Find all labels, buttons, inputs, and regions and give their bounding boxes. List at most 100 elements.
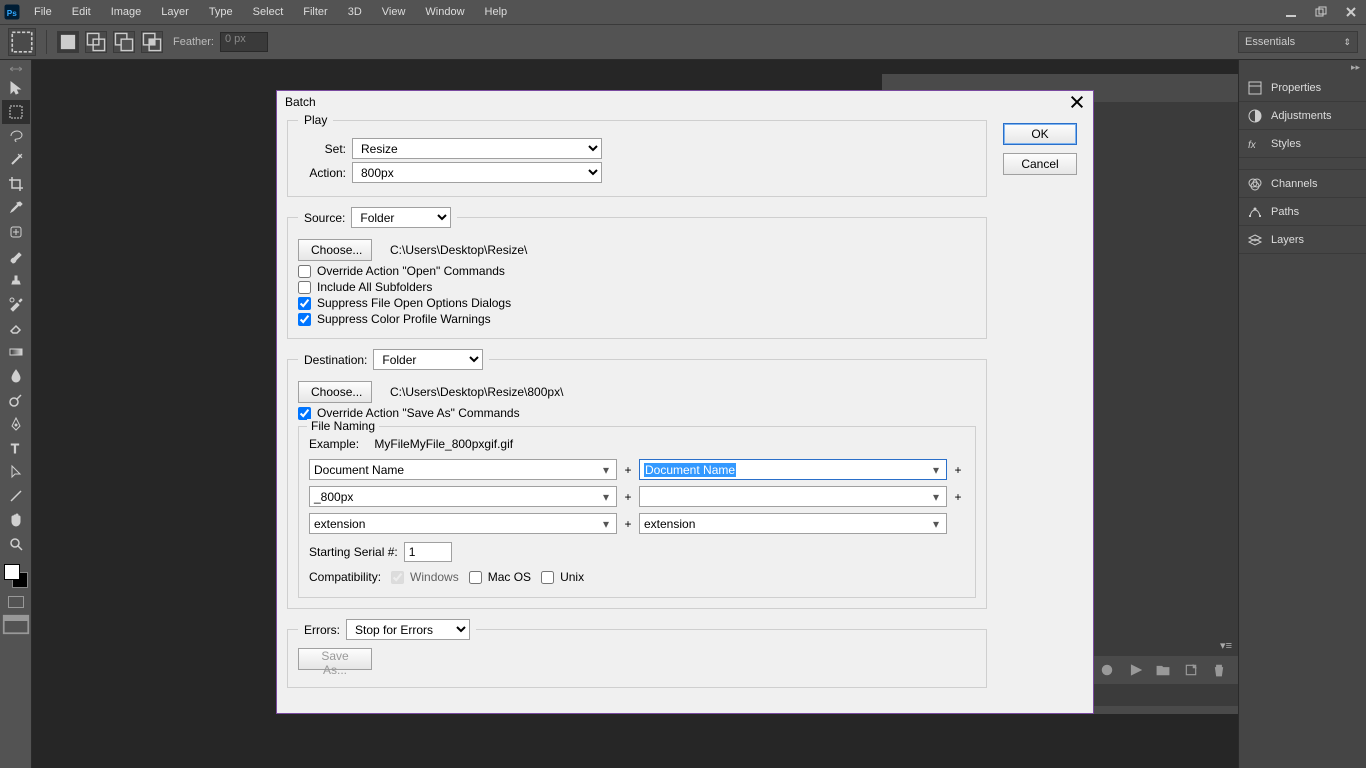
workspace-switcher[interactable]: Essentials ⇕ (1238, 31, 1358, 53)
marquee-intersect-button[interactable] (141, 31, 163, 53)
include-subfolders-check[interactable]: Include All Subfolders (298, 280, 976, 294)
naming-slot-5[interactable]: extension▾ (309, 513, 617, 534)
destination-select[interactable]: Folder (373, 349, 483, 370)
zoom-tool[interactable] (2, 532, 30, 556)
line-tool[interactable] (2, 484, 30, 508)
panel-menu-icon[interactable]: ▾≡ (1214, 639, 1238, 652)
path-selection-tool[interactable] (2, 460, 30, 484)
move-tool[interactable] (2, 76, 30, 100)
check-label: Override Action "Open" Commands (317, 264, 505, 278)
panel-label: Adjustments (1271, 110, 1332, 122)
lasso-tool[interactable] (2, 124, 30, 148)
menu-window[interactable]: Window (415, 0, 474, 24)
naming-slot-6[interactable]: extension▾ (639, 513, 947, 534)
active-tool-thumb[interactable] (8, 28, 36, 56)
clone-stamp-tool[interactable] (2, 268, 30, 292)
source-group: Source: Folder Choose... C:\Users\Deskto… (287, 207, 987, 339)
override-open-check[interactable]: Override Action "Open" Commands (298, 264, 976, 278)
panel-properties[interactable]: Properties (1239, 74, 1366, 102)
plus-icon: + (623, 490, 633, 504)
blur-tool[interactable] (2, 364, 30, 388)
gradient-tool[interactable] (2, 340, 30, 364)
panel-layers[interactable]: Layers (1239, 226, 1366, 254)
healing-brush-tool[interactable] (2, 220, 30, 244)
restore-button[interactable] (1306, 0, 1336, 24)
panel-label: Layers (1271, 234, 1304, 246)
minimize-button[interactable] (1276, 0, 1306, 24)
panel-paths[interactable]: Paths (1239, 198, 1366, 226)
marquee-subtract-button[interactable] (113, 31, 135, 53)
compat-windows-check: Windows (391, 570, 459, 584)
window-controls (1276, 0, 1366, 24)
destination-choose-button[interactable]: Choose... (298, 381, 372, 403)
source-choose-button[interactable]: Choose... (298, 239, 372, 261)
panel-label: Styles (1271, 138, 1301, 150)
menu-select[interactable]: Select (243, 0, 294, 24)
dialog-close-button[interactable] (1069, 94, 1085, 110)
compat-unix-check[interactable]: Unix (541, 570, 584, 584)
dialog-titlebar[interactable]: Batch (277, 91, 1093, 113)
chevron-down-icon: ▾ (929, 463, 943, 477)
foreground-swatch[interactable] (4, 564, 20, 580)
record-icon[interactable] (1100, 663, 1114, 677)
quick-mask-toggle[interactable] (2, 592, 30, 612)
panel-label: Properties (1271, 82, 1321, 94)
eraser-tool[interactable] (2, 316, 30, 340)
panels-collapse-grip[interactable]: ▸▸ (1239, 60, 1366, 74)
menu-file[interactable]: File (24, 0, 62, 24)
close-button[interactable] (1336, 0, 1366, 24)
action-label: Action: (298, 166, 346, 180)
menu-3d[interactable]: 3D (338, 0, 372, 24)
naming-slot-2[interactable]: Document Name▾ (639, 459, 947, 480)
suppress-open-dialogs-check[interactable]: Suppress File Open Options Dialogs (298, 296, 976, 310)
folder-icon[interactable] (1156, 663, 1170, 677)
source-select[interactable]: Folder (351, 207, 451, 228)
naming-slot-4[interactable]: ▾ (639, 486, 947, 507)
history-brush-tool[interactable] (2, 292, 30, 316)
right-icon-panels: ▸▸ Properties Adjustments fx Styles Chan… (1238, 60, 1366, 768)
color-swatches[interactable] (2, 562, 30, 590)
eyedropper-tool[interactable] (2, 196, 30, 220)
play-icon[interactable] (1128, 663, 1142, 677)
suppress-color-warnings-check[interactable]: Suppress Color Profile Warnings (298, 312, 976, 326)
toolbox-collapse-grip[interactable] (2, 64, 30, 74)
starting-serial-input[interactable] (404, 542, 452, 562)
batch-dialog: Batch OK Cancel Play Set: Resize Action (276, 90, 1094, 714)
menu-help[interactable]: Help (475, 0, 518, 24)
panel-channels[interactable]: Channels (1239, 170, 1366, 198)
plus-icon: + (953, 490, 963, 504)
action-select[interactable]: 800px (352, 162, 602, 183)
type-tool[interactable]: T (2, 436, 30, 460)
menu-edit[interactable]: Edit (62, 0, 101, 24)
workspace: T Brush ▾≡ (0, 60, 1366, 768)
hand-tool[interactable] (2, 508, 30, 532)
trash-icon[interactable] (1212, 663, 1226, 677)
set-select[interactable]: Resize (352, 138, 602, 159)
errors-select[interactable]: Stop for Errors (346, 619, 470, 640)
menu-view[interactable]: View (372, 0, 416, 24)
crop-tool[interactable] (2, 172, 30, 196)
menu-type[interactable]: Type (199, 0, 243, 24)
menu-image[interactable]: Image (101, 0, 152, 24)
pen-tool[interactable] (2, 412, 30, 436)
menubar: File Edit Image Layer Type Select Filter… (24, 0, 517, 24)
new-icon[interactable] (1184, 663, 1198, 677)
screen-mode-toggle[interactable] (2, 614, 30, 634)
magic-wand-tool[interactable] (2, 148, 30, 172)
rectangular-marquee-tool[interactable] (2, 100, 30, 124)
brush-tool[interactable] (2, 244, 30, 268)
panel-styles[interactable]: fx Styles (1239, 130, 1366, 158)
chevron-down-icon: ▾ (929, 490, 943, 504)
compat-mac-check[interactable]: Mac OS (469, 570, 531, 584)
marquee-add-button[interactable] (85, 31, 107, 53)
naming-slot-1[interactable]: Document Name▾ (309, 459, 617, 480)
menu-layer[interactable]: Layer (151, 0, 199, 24)
marquee-new-button[interactable] (57, 31, 79, 53)
panel-adjustments[interactable]: Adjustments (1239, 102, 1366, 130)
feather-input[interactable]: 0 px (220, 32, 268, 52)
menu-filter[interactable]: Filter (293, 0, 337, 24)
dodge-tool[interactable] (2, 388, 30, 412)
toolbox: T (0, 60, 32, 768)
naming-slot-3[interactable]: _800px▾ (309, 486, 617, 507)
override-saveas-check[interactable]: Override Action "Save As" Commands (298, 406, 976, 420)
